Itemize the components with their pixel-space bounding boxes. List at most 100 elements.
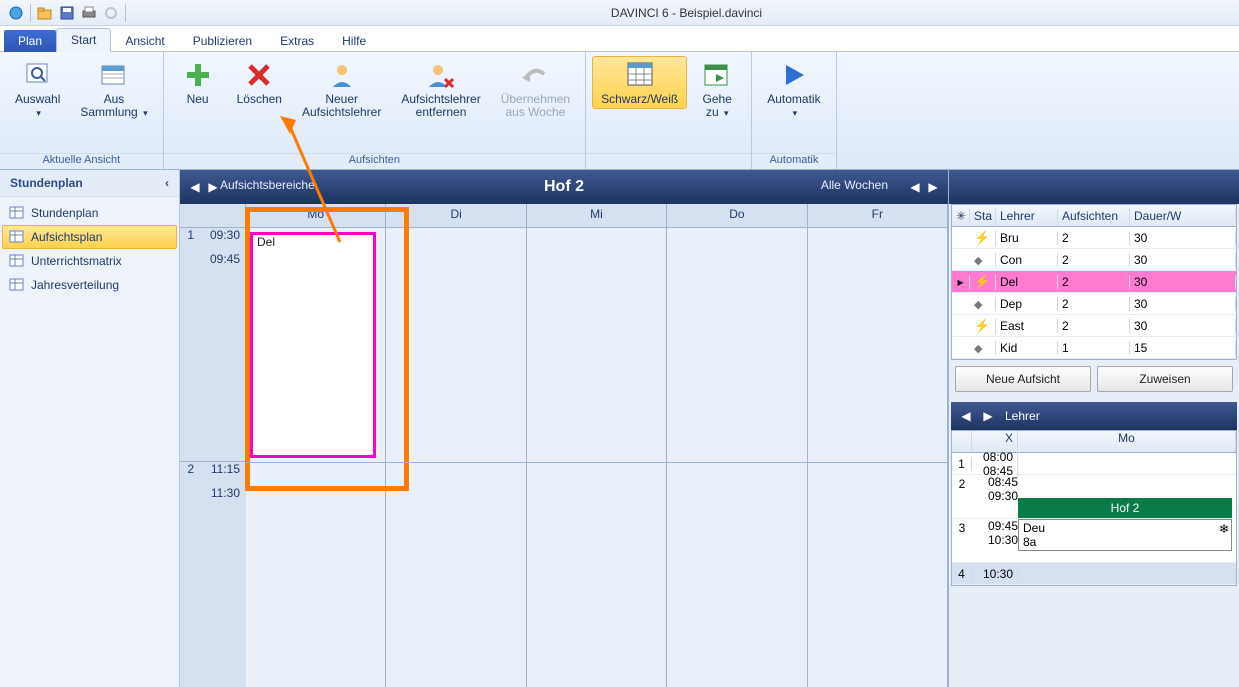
button-row: Neue Aufsicht Zuweisen <box>949 360 1239 398</box>
print-icon[interactable] <box>81 5 97 21</box>
al-entfernen-label: Aufsichtslehrer entfernen <box>401 93 480 119</box>
loeschen-label: Löschen <box>237 93 282 106</box>
mini-title: Lehrer <box>1005 409 1040 423</box>
teacher-table: ✳ Sta Lehrer Aufsichten Dauer/W ⚡Bru230 … <box>951 204 1237 360</box>
period-number: 1 <box>180 228 198 252</box>
col-di[interactable] <box>386 228 526 687</box>
collapse-button[interactable]: ‹ <box>165 176 169 190</box>
diamond-icon: ◆ <box>974 299 982 311</box>
day-header-row: Mo Di Mi Do Fr <box>180 204 948 228</box>
quick-access-toolbar <box>0 4 134 22</box>
grid-icon <box>9 278 25 292</box>
mini-header: ◀ ▶ Lehrer <box>951 402 1237 430</box>
tab-publizieren[interactable]: Publizieren <box>179 30 266 52</box>
save-icon[interactable] <box>59 5 75 21</box>
prev-area-button[interactable]: ◀ <box>186 178 204 196</box>
sidebar-item-aufsichtsplan[interactable]: Aufsichtsplan <box>2 225 177 249</box>
table-row[interactable]: ◆Dep230 <box>952 293 1236 315</box>
sidebar-item-unterrichtsmatrix[interactable]: Unterrichtsmatrix <box>2 249 177 273</box>
schedule-grid[interactable]: 109:30 09:45 211:15 11:30 Del <box>180 228 948 687</box>
table-row[interactable]: ⚡East230 <box>952 315 1236 337</box>
tab-plan[interactable]: Plan <box>4 30 56 52</box>
title-bar: DAVINCI 6 - Beispiel.davinci <box>0 0 1239 26</box>
sidebar-title: Stundenplan <box>10 176 83 190</box>
col-status[interactable]: Sta <box>970 209 996 223</box>
next-week-button[interactable]: ▶ <box>924 178 942 196</box>
table-row[interactable]: ⚡Bru230 <box>952 227 1236 249</box>
sidebar-item-stundenplan[interactable]: Stundenplan <box>2 201 177 225</box>
col-do[interactable] <box>667 228 807 687</box>
mini-next-button[interactable]: ▶ <box>979 407 997 425</box>
aus-sammlung-label: Aus Sammlung <box>80 92 137 119</box>
time-column: 109:30 09:45 211:15 11:30 <box>180 228 246 687</box>
group-label-view <box>586 153 751 169</box>
schedule-title: Hof 2 <box>222 178 906 196</box>
group-label-aktuelle-ansicht: Aktuelle Ansicht <box>0 153 163 169</box>
sidebar-item-label: Jahresverteilung <box>31 278 119 292</box>
gehe-zu-button[interactable]: Gehe zu <box>689 56 745 123</box>
grid-icon <box>9 230 25 244</box>
window-title: DAVINCI 6 - Beispiel.davinci <box>134 6 1239 20</box>
col-aufsichten[interactable]: Aufsichten <box>1058 209 1130 223</box>
tab-extras[interactable]: Extras <box>266 30 328 52</box>
sidebar-item-label: Aufsichtsplan <box>31 230 102 244</box>
refresh-icon[interactable] <box>103 5 119 21</box>
col-star[interactable]: ✳ <box>952 209 970 223</box>
lesson-subject: Deu <box>1023 521 1045 535</box>
aus-sammlung-button[interactable]: Aus Sammlung <box>71 56 156 123</box>
goto-calendar-icon <box>701 59 733 91</box>
tab-start[interactable]: Start <box>56 28 111 52</box>
separator <box>30 4 31 22</box>
neuer-aufsichtslehrer-button[interactable]: Neuer Aufsichtslehrer <box>293 56 390 122</box>
day-di: Di <box>386 204 526 227</box>
time-label: 11:30 <box>198 486 246 510</box>
tab-hilfe[interactable]: Hilfe <box>328 30 380 52</box>
plus-icon <box>182 59 214 91</box>
mini-prev-button[interactable]: ◀ <box>957 407 975 425</box>
schedule-event[interactable]: Del <box>250 232 376 458</box>
diamond-icon: ◆ <box>974 343 982 355</box>
table-row-selected[interactable]: ▸⚡Del230 <box>952 271 1236 293</box>
event-label: Del <box>257 235 275 249</box>
open-icon[interactable] <box>37 5 53 21</box>
lesson-box[interactable]: Deu 8a ❄ <box>1018 519 1232 551</box>
neue-aufsicht-button[interactable]: Neue Aufsicht <box>955 366 1091 392</box>
sidebar-item-jahresverteilung[interactable]: Jahresverteilung <box>2 273 177 297</box>
undo-icon <box>519 59 551 91</box>
app-menu-icon[interactable] <box>8 5 24 21</box>
col-dauer[interactable]: Dauer/W <box>1130 209 1236 223</box>
automatik-button[interactable]: Automatik <box>758 56 829 123</box>
mini-col-mo[interactable]: Mo <box>1018 431 1236 452</box>
ribbon-tabs: Plan Start Ansicht Publizieren Extras Hi… <box>0 26 1239 52</box>
right-header-pad <box>949 170 1239 204</box>
bolt-icon: ⚡ <box>974 274 990 289</box>
col-lehrer[interactable]: Lehrer <box>996 209 1058 223</box>
auswahl-button[interactable]: Auswahl <box>6 56 69 123</box>
schedule-subtitle: Aufsichtsbereiche <box>220 178 315 192</box>
schedule-weeks: Alle Wochen <box>821 178 888 192</box>
schwarzweiss-button[interactable]: Schwarz/Weiß <box>592 56 687 109</box>
neu-button[interactable]: Neu <box>170 56 226 109</box>
teacher-table-header: ✳ Sta Lehrer Aufsichten Dauer/W <box>952 205 1236 227</box>
body: Stundenplan ‹ Stundenplan Aufsichtsplan … <box>0 170 1239 687</box>
mini-row[interactable]: 3 09:4510:30 Deu 8a ❄ <box>952 519 1236 563</box>
loeschen-button[interactable]: Löschen <box>228 56 291 109</box>
col-mi[interactable] <box>527 228 667 687</box>
table-row[interactable]: ◆Kid115 <box>952 337 1236 359</box>
mini-schedule: ◀ ▶ Lehrer X Mo 1 08:0008:45 2 08:4509:3… <box>951 402 1237 586</box>
table-row[interactable]: ◆Con230 <box>952 249 1236 271</box>
mini-row[interactable]: 2 08:4509:30 Hof 2 <box>952 475 1236 519</box>
tab-ansicht[interactable]: Ansicht <box>111 30 178 52</box>
hof-badge[interactable]: Hof 2 <box>1018 498 1232 518</box>
col-fr[interactable] <box>808 228 948 687</box>
mini-row[interactable]: 1 08:0008:45 <box>952 453 1236 475</box>
separator <box>125 4 126 22</box>
bw-grid-icon <box>624 59 656 91</box>
col-mo[interactable]: Del <box>246 228 386 687</box>
prev-week-button[interactable]: ◀ <box>906 178 924 196</box>
mini-row[interactable]: 4 10:30 <box>952 563 1236 585</box>
schedule-panel: ◀ ▶ Aufsichtsbereiche Hof 2 Alle Wochen … <box>180 170 949 687</box>
aufsichtslehrer-entfernen-button[interactable]: Aufsichtslehrer entfernen <box>392 56 489 122</box>
zuweisen-button[interactable]: Zuweisen <box>1097 366 1233 392</box>
sidebar-item-label: Unterrichtsmatrix <box>31 254 122 268</box>
